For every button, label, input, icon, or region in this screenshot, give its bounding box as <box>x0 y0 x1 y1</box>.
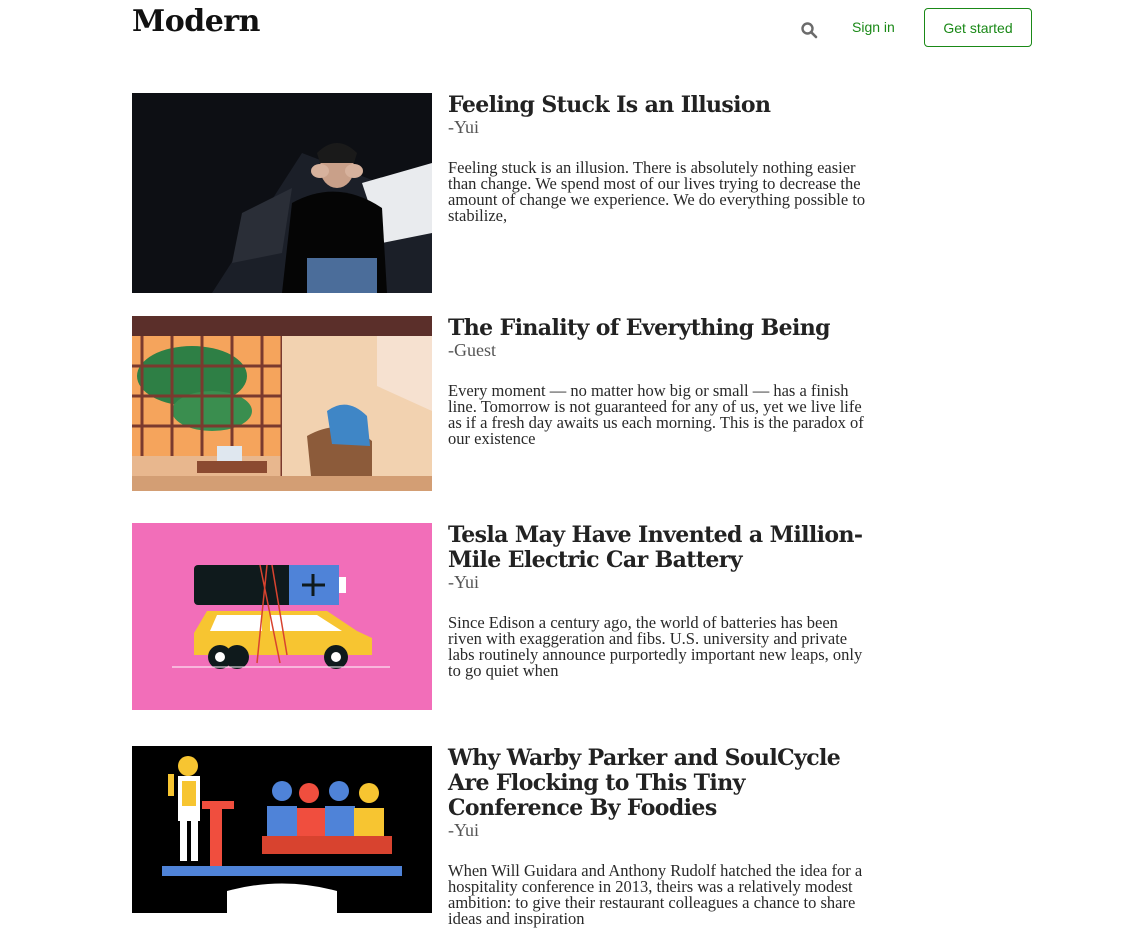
article-title[interactable]: Tesla May Have Invented a Million-Mile E… <box>448 523 872 573</box>
article-author: -Yui <box>448 117 479 137</box>
article-thumbnail[interactable] <box>132 746 432 913</box>
room-illustration-image <box>132 316 432 491</box>
top-navbar: Modern Sign in Get started <box>0 0 1143 60</box>
article-author: -Yui <box>448 572 479 592</box>
article-title[interactable]: Feeling Stuck Is an Illusion <box>448 93 872 118</box>
article-thumbnail[interactable] <box>132 316 432 491</box>
article-thumbnail[interactable] <box>132 93 432 293</box>
article-excerpt: Feeling stuck is an illusion. There is a… <box>448 158 866 225</box>
woman-covering-eyes-image <box>132 93 432 293</box>
site-logo[interactable]: Modern <box>132 4 260 39</box>
search-icon[interactable] <box>800 21 818 39</box>
sign-in-link[interactable]: Sign in <box>852 19 895 35</box>
article-title[interactable]: Why Warby Parker and SoulCycle Are Flock… <box>448 746 872 821</box>
article-author: -Yui <box>448 820 479 840</box>
article-excerpt: Every moment — no matter how big or smal… <box>448 381 864 448</box>
conference-illustration-image <box>132 746 432 913</box>
article-excerpt: Since Edison a century ago, the world of… <box>448 613 863 680</box>
get-started-button[interactable]: Get started <box>924 8 1032 47</box>
car-battery-image <box>132 523 432 710</box>
article-title[interactable]: The Finality of Everything Being <box>448 316 872 341</box>
article-author: -Guest <box>448 340 496 360</box>
article-excerpt: When Will Guidara and Anthony Rudolf hat… <box>448 861 863 928</box>
article-thumbnail[interactable] <box>132 523 432 710</box>
